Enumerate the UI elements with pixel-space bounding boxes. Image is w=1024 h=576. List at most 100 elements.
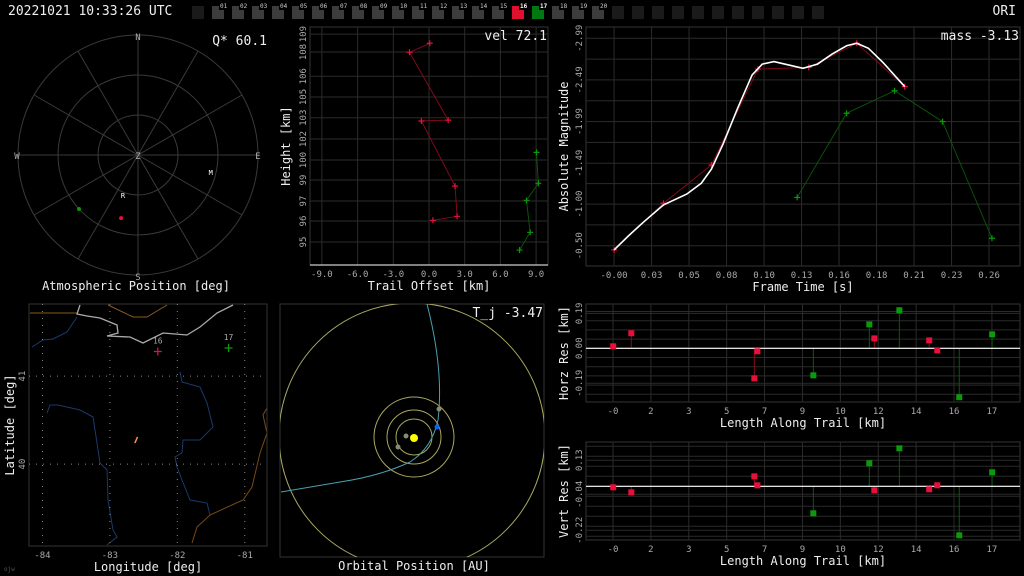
- residual-point-16: [751, 473, 758, 480]
- x-tick-label: 14: [911, 407, 922, 417]
- y-tick-label: 41: [18, 371, 28, 382]
- x-axis-label: Length Along Trail [km]: [720, 554, 886, 568]
- y-axis-label: Horz Res [km]: [557, 306, 571, 400]
- residual-point-16: [934, 347, 941, 354]
- y-tick-label: 0.19: [575, 303, 585, 325]
- data-point-17: [939, 118, 946, 125]
- orbit-frame: [279, 303, 545, 558]
- y-tick-label: 108: [299, 44, 309, 60]
- data-point-16: [418, 117, 425, 124]
- y-tick-label: 102: [299, 131, 309, 147]
- residual-point-17: [956, 394, 963, 401]
- zenith-label: Z: [135, 152, 141, 162]
- x-tick-label: 0.26: [978, 271, 1000, 281]
- residual-point-16: [751, 375, 758, 382]
- y-tick-label: -2.49: [575, 66, 585, 93]
- residual-point-17: [896, 307, 903, 314]
- residual-point-16: [610, 484, 617, 491]
- direction-west: W: [14, 152, 20, 162]
- y-axis-label: Height [km]: [279, 106, 293, 185]
- x-tick-label: 0.21: [903, 271, 925, 281]
- x-axis-label: Length Along Trail [km]: [720, 416, 886, 430]
- planet-icon: [403, 433, 409, 439]
- data-point-17: [843, 110, 850, 117]
- series-line-17: [796, 90, 993, 239]
- data-point-17: [533, 149, 540, 156]
- x-tick-label: 0.18: [866, 271, 888, 281]
- x-tick-label: 6.0: [492, 270, 508, 280]
- residual-point-17: [866, 321, 873, 328]
- y-tick-label: -1.99: [575, 108, 585, 135]
- residual-point-16: [754, 482, 761, 489]
- y-tick-label: 103: [299, 110, 309, 126]
- y-tick-label: -0.50: [575, 232, 585, 259]
- y-tick-label: -0.22: [575, 517, 585, 544]
- y-tick-label: 105: [299, 89, 309, 105]
- y-tick-label: -1.00: [575, 191, 585, 218]
- residual-point-17: [866, 460, 873, 467]
- dashboard-canvas: NSW EZQ* 60.1Atmospheric Position [deg]RM…: [3, 25, 1021, 574]
- station-marker-16: [153, 347, 162, 356]
- residual-point-17: [989, 331, 996, 338]
- x-axis-label: Trail Offset [km]: [368, 279, 491, 293]
- data-point-17: [891, 87, 898, 94]
- state-border: [107, 304, 168, 318]
- sky-marker-M: M: [209, 169, 213, 177]
- direction-north: N: [135, 33, 140, 43]
- x-tick-label: 2: [648, 407, 653, 417]
- residual-point-17: [810, 510, 817, 517]
- residual-point-16: [871, 487, 878, 494]
- y-tick-label: -2.99: [575, 25, 585, 52]
- x-tick-label: -81: [237, 551, 253, 561]
- x-tick-label: 3: [686, 407, 691, 417]
- x-tick-label: 17: [986, 407, 997, 417]
- x-tick-label: 3: [686, 545, 691, 555]
- residual-point-17: [956, 532, 963, 539]
- y-tick-label: 40: [18, 459, 28, 470]
- x-tick-label: 0.03: [641, 271, 663, 281]
- sky-point-cam16: [119, 216, 124, 221]
- q-star-value: Q* 60.1: [212, 34, 267, 49]
- chart-annotation: mass -3.13: [941, 29, 1019, 44]
- river: [31, 316, 78, 348]
- x-tick-label: -0: [608, 407, 619, 417]
- station-label: 16: [153, 337, 163, 346]
- x-tick-label: 16: [949, 407, 960, 417]
- y-tick-label: -0.19: [575, 370, 585, 397]
- y-tick-label: 0.00: [575, 337, 585, 359]
- x-axis-label: Longitude [deg]: [94, 560, 202, 574]
- polar-title: Atmospheric Position [deg]: [42, 279, 230, 293]
- residual-point-16: [934, 482, 941, 489]
- orbit-diagram: [280, 304, 544, 557]
- data-point-17: [527, 229, 534, 236]
- station-label: 17: [224, 333, 234, 342]
- data-point-17: [516, 247, 523, 254]
- x-tick-label: 2: [648, 545, 653, 555]
- series-line-16: [613, 42, 906, 251]
- x-axis-label: Frame Time [s]: [752, 280, 853, 294]
- residual-point-16: [628, 489, 635, 496]
- data-point-16: [406, 49, 413, 56]
- residual-point-16: [926, 486, 933, 493]
- residual-point-17: [896, 445, 903, 452]
- x-tick-label: 16: [949, 545, 960, 555]
- x-tick-label: 0.08: [716, 271, 738, 281]
- y-tick-label: 0.13: [575, 449, 585, 471]
- sky-point-cam17: [77, 207, 82, 212]
- x-tick-label: -9.0: [311, 270, 333, 280]
- data-point-16: [452, 183, 459, 190]
- residual-point-17: [989, 469, 996, 476]
- residual-point-16: [628, 330, 635, 337]
- residual-point-16: [754, 348, 761, 355]
- residual-point-16: [610, 343, 617, 350]
- y-tick-label: 106: [299, 68, 309, 84]
- x-tick-label: 14: [911, 545, 922, 555]
- chart-annotation: vel 72.1: [484, 29, 547, 44]
- residual-point-17: [810, 372, 817, 379]
- direction-east: E: [255, 152, 260, 162]
- data-point-16: [426, 40, 433, 47]
- river: [46, 404, 118, 546]
- residual-point-16: [926, 337, 933, 344]
- data-point-16: [429, 217, 436, 224]
- earth-icon: [434, 424, 440, 430]
